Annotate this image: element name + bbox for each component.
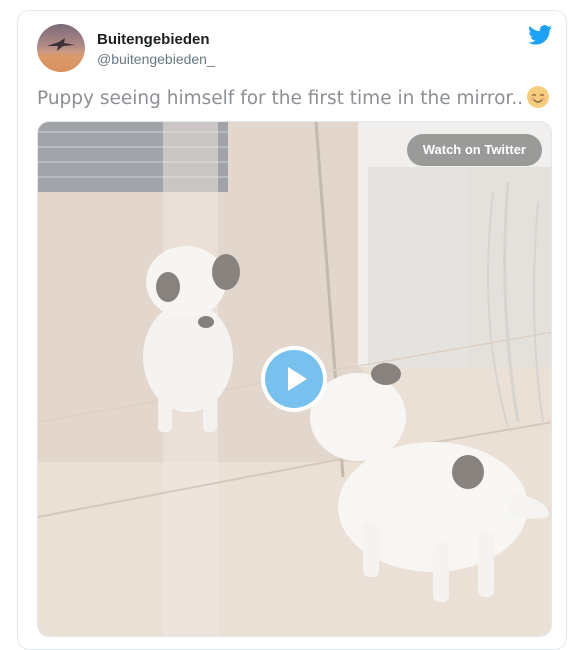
tweet-text: Puppy seeing himself for the first time … — [37, 85, 550, 112]
smiling-face-icon — [526, 85, 550, 109]
play-button[interactable] — [261, 346, 327, 412]
avatar[interactable] — [37, 24, 85, 72]
user-handle[interactable]: @buitengebieden_ — [97, 50, 215, 68]
display-name[interactable]: Buitengebieden — [97, 31, 215, 49]
tweet-card[interactable]: Buitengebieden @buitengebieden_ Puppy se… — [17, 10, 567, 650]
user-info: Buitengebieden @buitengebieden_ — [97, 31, 215, 68]
play-icon — [265, 350, 323, 408]
tweet-text-content: Puppy seeing himself for the first time … — [37, 88, 524, 109]
avatar-image — [37, 38, 85, 72]
watch-on-twitter-button[interactable]: Watch on Twitter — [406, 134, 542, 166]
twitter-bird-icon[interactable] — [528, 25, 552, 45]
video-media[interactable]: Watch on Twitter — [37, 121, 552, 637]
